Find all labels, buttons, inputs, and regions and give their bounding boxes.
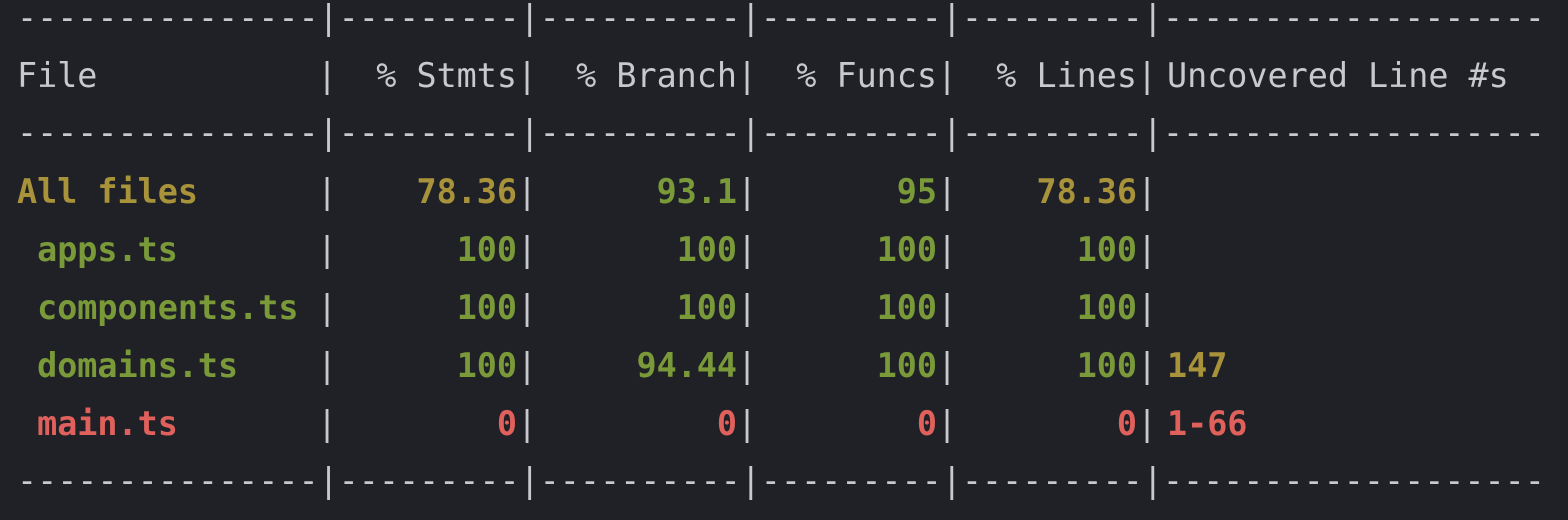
table-row: apps.ts | 100 | 100 | 100 | 100 | [17, 230, 1167, 270]
col-separator: | [517, 404, 538, 443]
col-separator: | [317, 288, 338, 327]
col-separator: | [517, 230, 538, 269]
col-separator: | [937, 404, 958, 443]
row-uncovered [1157, 172, 1167, 212]
terminal-output: ---------------|---------|----------|---… [0, 0, 1568, 520]
row-branch: 0 [716, 404, 737, 443]
col-separator: | [317, 230, 338, 269]
row-funcs: 100 [876, 346, 937, 385]
col-separator: | [317, 404, 338, 443]
row-file: apps.ts [17, 230, 178, 269]
col-separator: | [737, 288, 758, 327]
row-uncovered [1157, 288, 1167, 328]
row-uncovered: 147 [1167, 346, 1228, 385]
col-separator: | [737, 172, 758, 211]
row-stmts: 100 [456, 346, 517, 385]
col-separator: | [517, 172, 538, 211]
row-funcs: 100 [876, 230, 937, 269]
row-lines: 0 [1116, 404, 1137, 443]
row-uncovered: 1-66 [1167, 404, 1248, 443]
table-rule-top: ---------------|---------|----------|---… [17, 0, 1545, 37]
header-branch: % Branch [576, 56, 737, 95]
table-row: All files | 78.36 | 93.1 | 95 | 78.36 | [17, 172, 1167, 212]
row-file: domains.ts [17, 346, 239, 385]
col-separator: | [517, 288, 538, 327]
table-row: components.ts | 100 | 100 | 100 | 100 | [17, 288, 1167, 328]
col-separator: | [317, 346, 338, 385]
row-branch: 93.1 [656, 172, 737, 211]
col-separator: | [1137, 288, 1158, 327]
header-stmts: % Stmts [376, 56, 517, 95]
row-lines: 100 [1076, 346, 1137, 385]
header-lines: % Lines [996, 56, 1137, 95]
col-separator: | [737, 56, 758, 95]
row-branch: 94.44 [636, 346, 737, 385]
row-stmts: 100 [456, 230, 517, 269]
row-lines: 100 [1076, 288, 1137, 327]
col-separator: | [937, 346, 958, 385]
col-separator: | [737, 404, 758, 443]
col-separator: | [1137, 172, 1158, 211]
col-separator: | [517, 346, 538, 385]
col-separator: | [937, 288, 958, 327]
table-row: main.ts | 0 | 0 | 0 | 0 | 1-66 [17, 404, 1247, 444]
col-separator: | [1137, 404, 1158, 443]
table-rule-header: ---------------|---------|----------|---… [17, 113, 1545, 152]
col-separator: | [937, 56, 958, 95]
table-row: domains.ts | 100 | 94.44 | 100 | 100 | 1… [17, 346, 1227, 386]
col-separator: | [1137, 56, 1158, 95]
col-separator: | [737, 346, 758, 385]
col-separator: | [737, 230, 758, 269]
table-header-row: File | % Stmts | % Branch | % Funcs | % … [17, 56, 1509, 96]
table-rule-bottom: ---------------|---------|----------|---… [17, 461, 1545, 500]
col-separator: | [1137, 230, 1158, 269]
header-file: File [17, 56, 98, 95]
row-uncovered [1157, 230, 1167, 270]
col-separator: | [1137, 346, 1158, 385]
row-funcs: 0 [916, 404, 937, 443]
row-stmts: 100 [456, 288, 517, 327]
row-funcs: 95 [896, 172, 937, 211]
row-file: All files [17, 172, 198, 211]
row-lines: 78.36 [1036, 172, 1137, 211]
row-file: main.ts [17, 404, 178, 443]
row-branch: 100 [676, 230, 737, 269]
col-separator: | [937, 172, 958, 211]
col-separator: | [937, 230, 958, 269]
col-separator: | [317, 172, 338, 211]
row-file: components.ts [17, 288, 299, 327]
row-lines: 100 [1076, 230, 1137, 269]
header-funcs: % Funcs [796, 56, 937, 95]
col-separator: | [517, 56, 538, 95]
col-separator: | [317, 56, 338, 95]
row-branch: 100 [676, 288, 737, 327]
row-stmts: 78.36 [416, 172, 517, 211]
header-uncovered: Uncovered Line #s [1167, 56, 1509, 95]
row-funcs: 100 [876, 288, 937, 327]
row-stmts: 0 [496, 404, 517, 443]
